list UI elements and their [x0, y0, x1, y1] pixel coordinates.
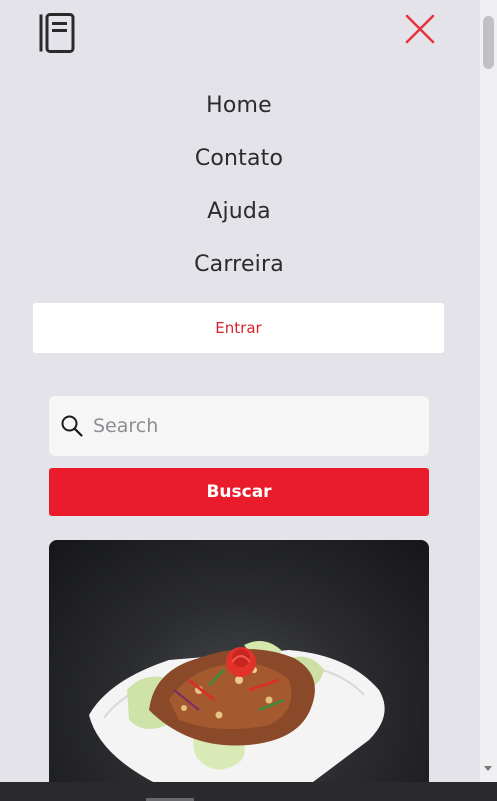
login-button[interactable]: Entrar — [33, 303, 444, 353]
bottom-bar — [0, 782, 497, 801]
nav-item-ajuda[interactable]: Ajuda — [207, 194, 271, 247]
nav-item-contato[interactable]: Contato — [195, 141, 283, 194]
scrollbar[interactable] — [480, 0, 497, 782]
scrollbar-thumb[interactable] — [483, 16, 494, 69]
search-icon — [60, 414, 84, 438]
search-box — [49, 396, 429, 456]
main-nav: Home Contato Ajuda Carreira — [0, 88, 478, 300]
nav-item-home[interactable]: Home — [206, 88, 272, 141]
search-button[interactable]: Buscar — [49, 468, 429, 516]
notebook-icon[interactable] — [38, 13, 76, 53]
nav-item-carreira[interactable]: Carreira — [194, 247, 284, 300]
salad-dish-image[interactable] — [49, 540, 429, 785]
scroll-down-arrow-icon[interactable] — [484, 766, 492, 771]
search-input[interactable] — [93, 415, 413, 437]
close-icon[interactable] — [404, 13, 436, 45]
mobile-menu-page: Home Contato Ajuda Carreira Entrar Busca… — [0, 0, 497, 801]
